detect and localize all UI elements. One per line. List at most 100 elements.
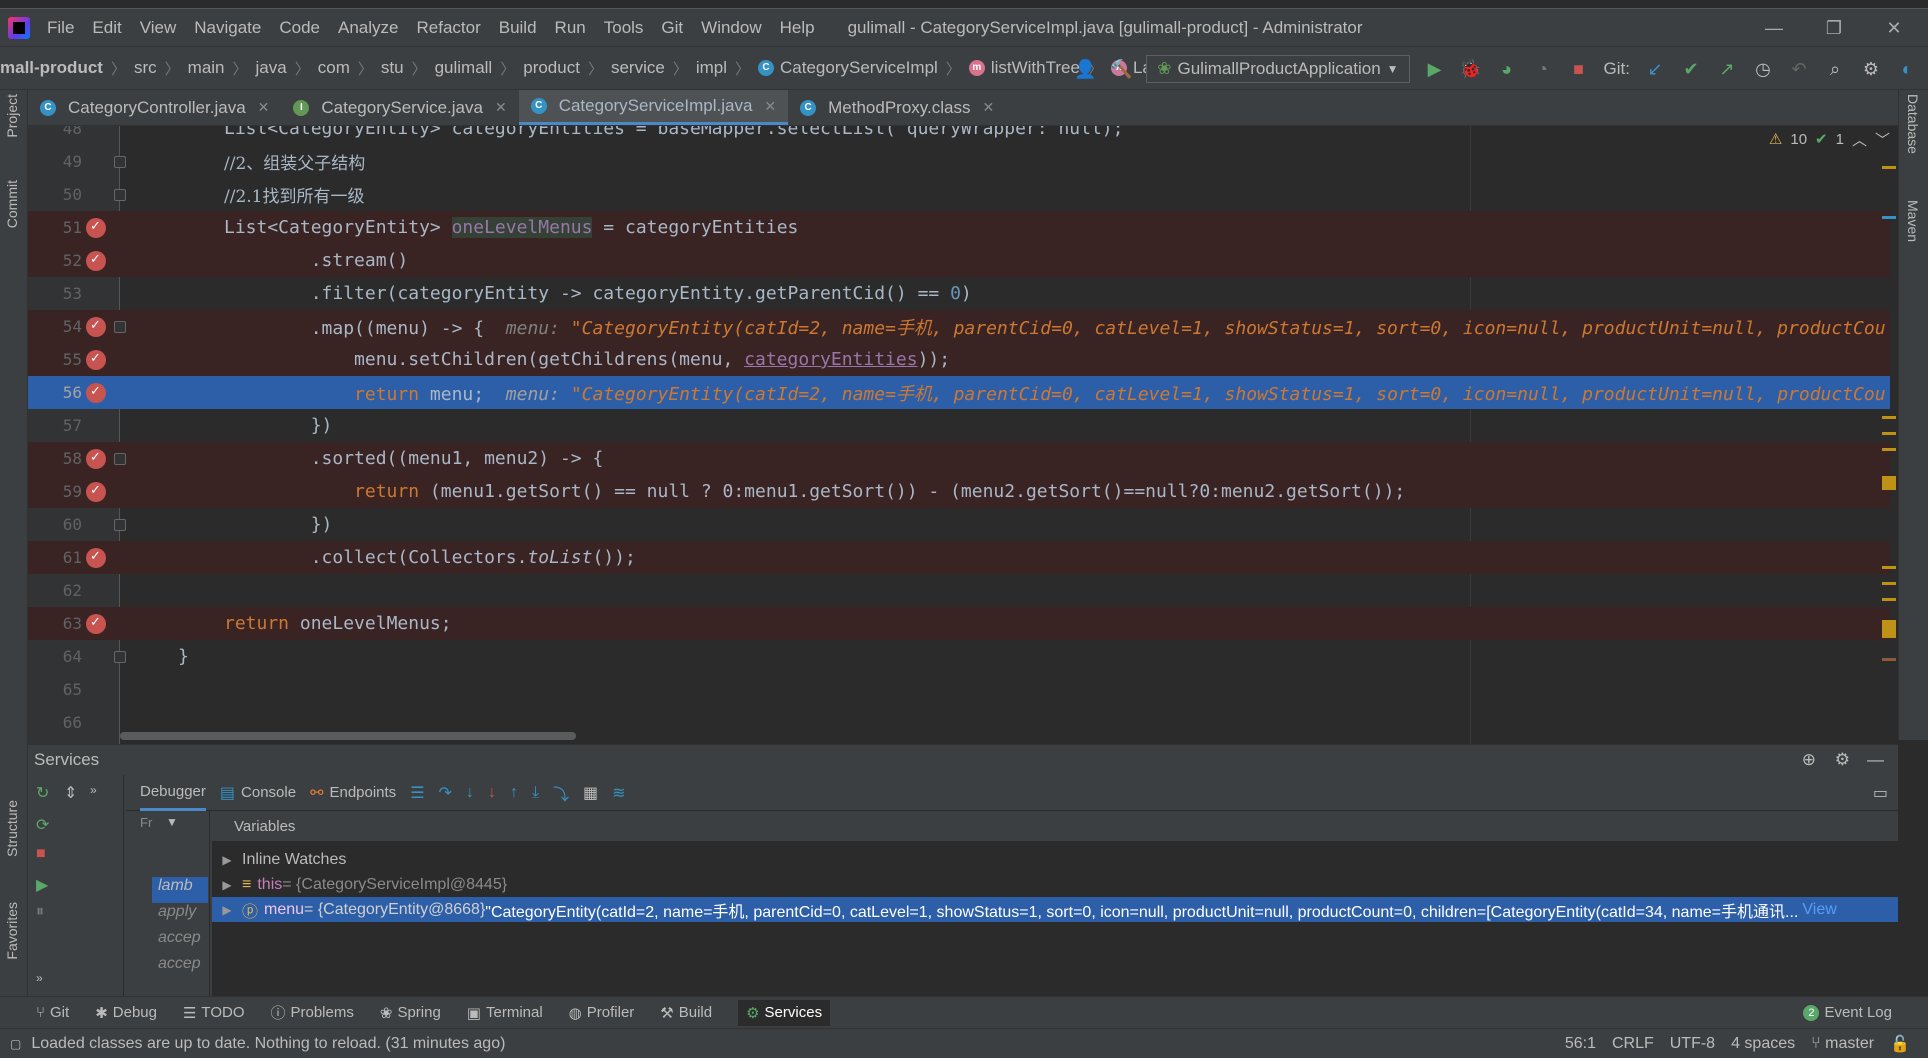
code-line[interactable]: 63 return oneLevelMenus; [28,607,1890,640]
rerun-icon[interactable]: ↻ [36,783,49,803]
breadcrumb-service[interactable]: service [611,58,665,78]
tool-tab-profiler[interactable]: ◍ Profiler [569,1004,635,1022]
breakpoint-icon[interactable] [86,217,106,238]
error-stripe[interactable] [1882,166,1896,726]
evaluate-icon[interactable]: ▦ [583,783,598,803]
code-line[interactable]: 57 }) [28,409,1890,442]
panel-toggle-icon[interactable]: ▢ [10,1037,21,1051]
step-into-icon[interactable]: ↓ [466,784,474,802]
git-branch-widget[interactable]: ⑂ master [1811,1035,1874,1053]
close-icon[interactable]: ✕ [1864,9,1924,47]
menu-view[interactable]: View [131,18,186,38]
code-line[interactable]: 62 [28,574,1890,607]
breadcrumb-method[interactable]: listWithTree [991,58,1080,78]
step-out-icon[interactable]: ↑ [510,784,518,802]
breadcrumb-gulimall[interactable]: gulimall [435,58,493,78]
resume-icon[interactable]: ▶ [36,875,48,895]
close-tab-icon[interactable]: ✕ [495,99,507,116]
coverage-icon[interactable]: ◕ [1496,58,1518,80]
tool-tab-git[interactable]: ⑂ Git [36,1004,69,1021]
frame-item[interactable]: lamb [152,877,208,903]
menu-refactor[interactable]: Refactor [407,18,489,38]
more-icon[interactable]: » [36,971,43,985]
menu-code[interactable]: Code [270,18,329,38]
layout-icon[interactable]: ▭ [1873,783,1888,803]
menu-tools[interactable]: Tools [595,18,653,38]
restore-icon[interactable]: ❐ [1804,9,1864,47]
chevron-down-icon[interactable]: ﹀ [1875,129,1890,150]
fold-marker-icon[interactable] [114,650,126,663]
favorites-tool-tab[interactable]: Favorites [4,902,20,960]
minimize-icon[interactable]: — [1744,9,1804,47]
target-icon[interactable]: ⊕ [1802,750,1816,770]
breakpoint-icon[interactable] [86,448,106,469]
history-icon[interactable]: ◷ [1752,58,1774,80]
frame-item[interactable]: apply [152,903,208,929]
chevron-up-icon[interactable]: ︿ [1852,129,1867,150]
drop-frame-icon[interactable]: ⤓ [532,784,539,802]
chevron-right-icon[interactable]: ▶ [212,878,242,892]
git-commit-icon[interactable]: ✔ [1680,58,1702,80]
tool-tab-todo[interactable]: ☰ TODO [183,1004,245,1022]
menu-help[interactable]: Help [771,18,824,38]
code-line[interactable]: 60 }) [28,508,1890,541]
menu-file[interactable]: File [38,18,83,38]
run-config-select[interactable]: ❀ GulimallProductApplication ▼ [1146,55,1410,83]
breakpoint-icon[interactable] [86,349,106,370]
menu-navigate[interactable]: Navigate [185,18,270,38]
expand-all-icon[interactable]: ⇕ [64,783,77,803]
breakpoint-icon[interactable] [86,316,106,337]
trace-icon[interactable]: ≋ [612,783,625,803]
code-line[interactable]: 61 .collect(Collectors.toList()); [28,541,1890,574]
menu-window[interactable]: Window [692,18,770,38]
close-tab-icon[interactable]: ✕ [983,99,995,116]
code-line[interactable]: 58 .sorted((menu1, menu2) -> { [28,442,1890,475]
lock-icon[interactable]: 🔓 [1890,1034,1910,1054]
code-line[interactable]: 52 .stream() [28,244,1890,277]
tool-tab-services[interactable]: ⚙ Services [738,999,831,1026]
tool-tab-terminal[interactable]: ▣ Terminal [467,1004,543,1022]
code-line[interactable]: 48 List<CategoryEntity> categoryEntities… [28,126,1890,145]
force-step-into-icon[interactable]: ↓ [488,784,496,802]
close-tab-icon[interactable]: ✕ [764,98,776,115]
tab-category-service[interactable]: I CategoryService.java ✕ [281,90,518,125]
tool-tab-problems[interactable]: ⓘ Problems [270,1002,353,1023]
tab-endpoints[interactable]: ⚯ Endpoints [310,775,396,811]
breadcrumb-impl[interactable]: impl [696,58,727,78]
breadcrumb-com[interactable]: com [318,58,350,78]
tab-category-controller[interactable]: C CategoryController.java ✕ [28,90,281,125]
code-line[interactable]: 64 } [28,640,1890,673]
more-icon[interactable]: » [90,783,97,797]
profile-icon[interactable]: ◔ [1532,58,1554,80]
run-icon[interactable]: ▶ [1424,58,1446,80]
breadcrumb-product[interactable]: product [523,58,580,78]
breadcrumb-main[interactable]: main [188,58,225,78]
fold-marker-icon[interactable] [114,155,126,168]
breakpoint-icon[interactable] [86,382,106,403]
tool-tab-spring[interactable]: ❀ Spring [380,1004,441,1022]
git-update-icon[interactable]: ↙ [1644,58,1666,80]
structure-tool-tab[interactable]: Structure [4,800,20,857]
restart-debug-icon[interactable]: ⟳ [36,815,49,835]
step-over-icon[interactable]: ↷ [439,783,452,803]
menu-run[interactable]: Run [546,18,595,38]
code-line[interactable]: 50 //2.1找到所有一级 [28,178,1890,211]
breakpoint-icon[interactable] [86,613,106,634]
breadcrumb-stu[interactable]: stu [381,58,404,78]
chevron-right-icon[interactable]: ▶ [212,853,242,867]
update-icon[interactable]: ◐ [1896,58,1918,80]
horizontal-scrollbar[interactable] [120,732,576,740]
tab-category-service-impl[interactable]: C CategoryServiceImpl.java ✕ [518,90,789,125]
code-line[interactable]: 65 [28,673,1890,706]
chevron-down-icon[interactable]: ▼ [166,815,178,829]
stop-icon[interactable]: ■ [1568,58,1590,80]
code-line[interactable]: 51 List<CategoryEntity> oneLevelMenus = … [28,211,1890,244]
frame-item[interactable]: accep [152,955,208,981]
indent-setting[interactable]: 4 spaces [1731,1035,1795,1053]
project-tool-tab[interactable]: Project [4,94,20,138]
tool-tab-event-log[interactable]: 2 Event Log [1803,1004,1892,1021]
close-tab-icon[interactable]: ✕ [258,99,270,116]
frame-item[interactable]: accep [152,929,208,955]
breadcrumb-java[interactable]: java [256,58,287,78]
tab-method-proxy[interactable]: C MethodProxy.class ✕ [788,90,1006,125]
